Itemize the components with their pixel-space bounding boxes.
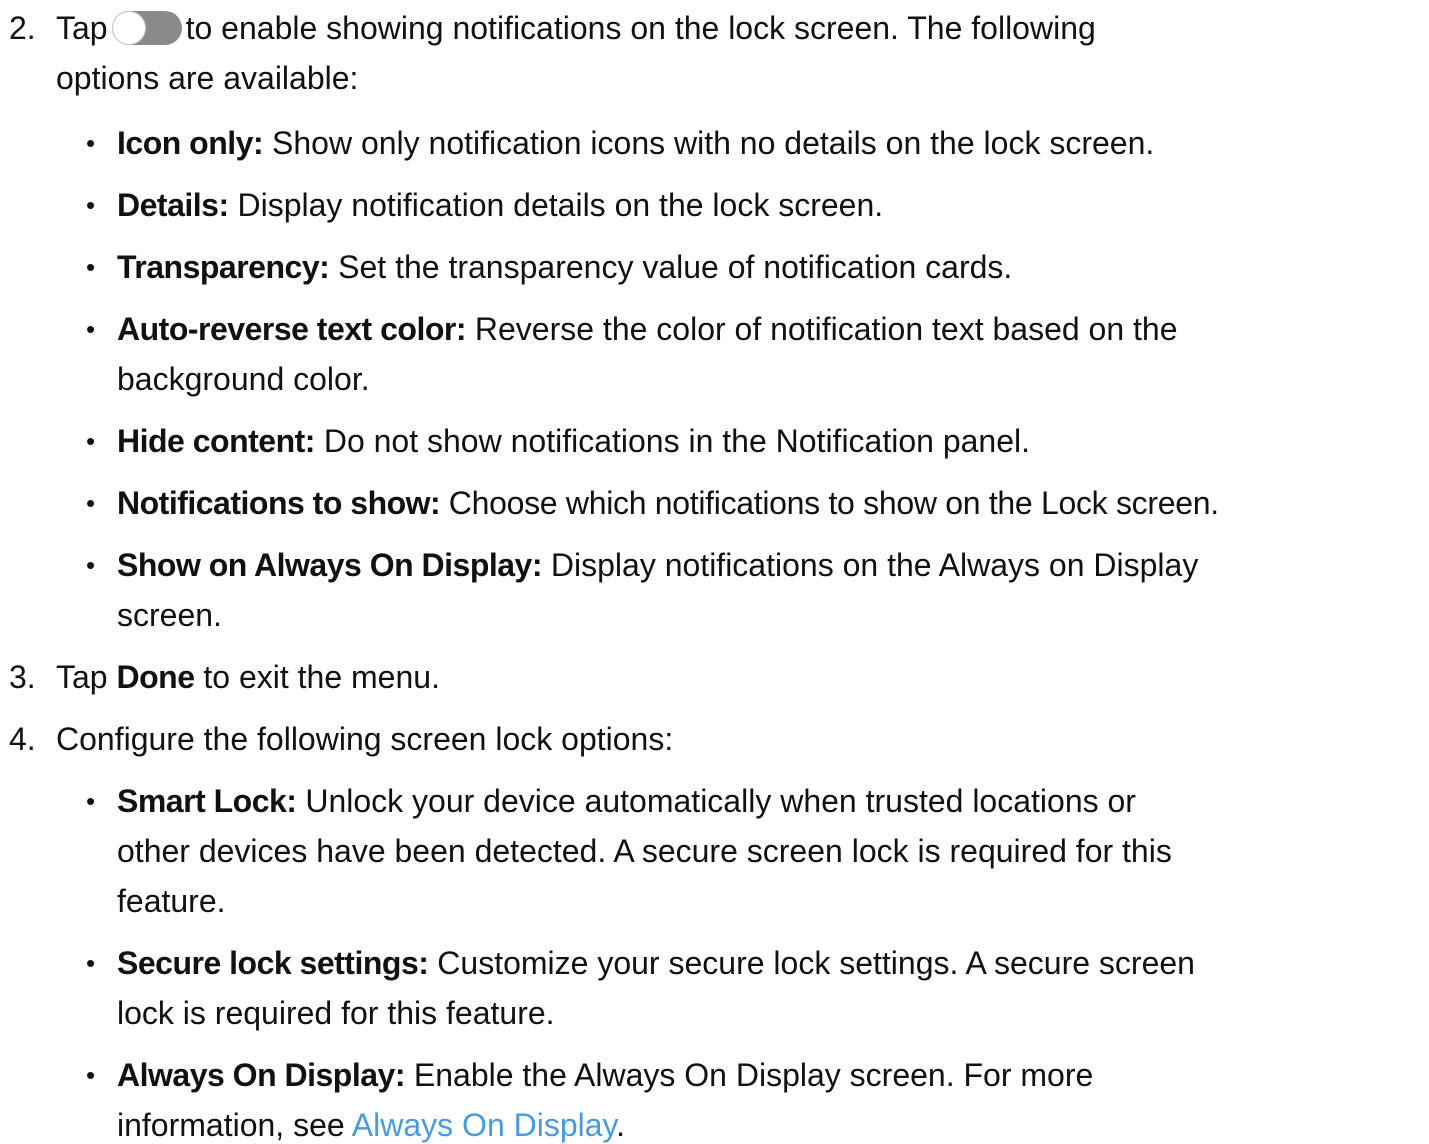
step-text: Tap Done to exit the menu. xyxy=(56,652,1419,702)
option-sep: : xyxy=(430,485,441,521)
step-number: 2. xyxy=(9,10,36,46)
option-desc: Display notifications on the Always on D… xyxy=(542,547,1199,583)
option-desc-line3: feature. xyxy=(117,883,226,919)
option-sep: : xyxy=(319,249,330,285)
option-term: Notifications to show xyxy=(117,485,431,521)
option-desc: Set the transparency value of notificati… xyxy=(329,249,1013,285)
option-sep: : xyxy=(455,311,467,347)
option-term: Icon only xyxy=(117,125,253,161)
bullet-icon: • xyxy=(86,314,96,344)
option-desc-line2: screen. xyxy=(117,597,222,633)
option-desc: Do not show notifications in the Notific… xyxy=(314,423,1031,459)
option-desc: Display notification details on the lock… xyxy=(228,187,884,223)
option-desc: Reverse the color of notification text b… xyxy=(465,311,1178,347)
option-desc-line2-suffix: . xyxy=(616,1107,626,1143)
step-number: 4. xyxy=(9,721,36,757)
step-text-continuation: options are available: xyxy=(56,60,359,96)
bullet-icon: • xyxy=(86,128,96,158)
option-term: Show on Always On Display xyxy=(117,547,532,583)
option-smart-lock: Smart Lock: Unlock your device automatic… xyxy=(117,776,1409,926)
toggle-switch-icon xyxy=(111,10,182,45)
option-show-on-always-on-display: Show on Always On Display: Display notif… xyxy=(117,540,1409,640)
option-desc-line2: background color. xyxy=(117,361,370,397)
step-text-prefix: Tap xyxy=(56,659,117,695)
bullet-icon: • xyxy=(86,252,96,282)
option-term: Smart Lock xyxy=(117,783,287,819)
option-term: Auto-reverse text color xyxy=(117,311,456,347)
option-term: Secure lock settings xyxy=(117,945,419,981)
step-text: Tap to enable showing notifications on th… xyxy=(56,3,1419,103)
step-text-suffix: to exit the menu. xyxy=(194,659,440,695)
always-on-display-link[interactable]: Always On Display xyxy=(352,1107,616,1143)
step-text-before-toggle: Tap xyxy=(56,10,108,46)
step-text: Configure the following screen lock opti… xyxy=(56,721,674,757)
step-number: 3. xyxy=(9,659,36,695)
bullet-icon: • xyxy=(86,488,96,518)
option-term: Hide content: xyxy=(117,423,315,459)
option-term: Transparency xyxy=(117,249,320,285)
option-sep: : xyxy=(418,945,429,981)
bullet-icon: • xyxy=(86,1060,96,1090)
toggle-knob xyxy=(112,11,145,44)
option-sep: : xyxy=(394,1057,406,1093)
option-hide-content: Hide content: Do not show notifications … xyxy=(117,416,1409,466)
bullet-icon: • xyxy=(86,948,96,978)
option-desc-line2: other devices have been detected. A secu… xyxy=(117,833,1172,869)
bullet-icon: • xyxy=(86,786,96,816)
option-desc: Choose which notifications to show on th… xyxy=(440,485,1219,521)
step-text-after-toggle: to enable showing notifications on the l… xyxy=(185,10,1096,46)
option-term: Details: xyxy=(117,187,229,223)
option-notifications-to-show: Notifications to show: Choose which noti… xyxy=(117,478,1429,528)
option-always-on-display: Always On Display: Enable the Always On … xyxy=(117,1050,1409,1144)
bullet-icon: • xyxy=(86,550,96,580)
option-desc: Show only notification icons with no det… xyxy=(263,125,1155,161)
step-3: 3. Tap Done to exit the menu. xyxy=(0,652,1429,702)
option-desc: Customize your secure lock settings. A s… xyxy=(428,945,1195,981)
bullet-icon: • xyxy=(86,190,96,220)
option-auto-reverse-text-color: Auto-reverse text color: Reverse the col… xyxy=(117,304,1409,404)
option-icon-only: Icon only: Show only notification icons … xyxy=(117,118,1409,168)
step-4: 4. Configure the following screen lock o… xyxy=(0,714,1429,764)
option-desc-line2: lock is required for this feature. xyxy=(117,995,555,1031)
option-desc: Enable the Always On Display screen. For… xyxy=(404,1057,1094,1093)
option-details: Details: Display notification details on… xyxy=(117,180,1409,230)
option-desc-line2-prefix: information, see xyxy=(117,1107,352,1143)
option-transparency: Transparency: Set the transparency value… xyxy=(117,242,1409,292)
option-sep: : xyxy=(252,125,264,161)
option-secure-lock-settings: Secure lock settings: Customize your sec… xyxy=(117,938,1409,1038)
option-sep: : xyxy=(286,783,297,819)
bullet-icon: • xyxy=(86,426,96,456)
option-term: Always On Display xyxy=(117,1057,395,1093)
done-term: Done xyxy=(116,659,195,695)
option-desc: Unlock your device automatically when tr… xyxy=(296,783,1136,819)
option-sep: : xyxy=(531,547,543,583)
